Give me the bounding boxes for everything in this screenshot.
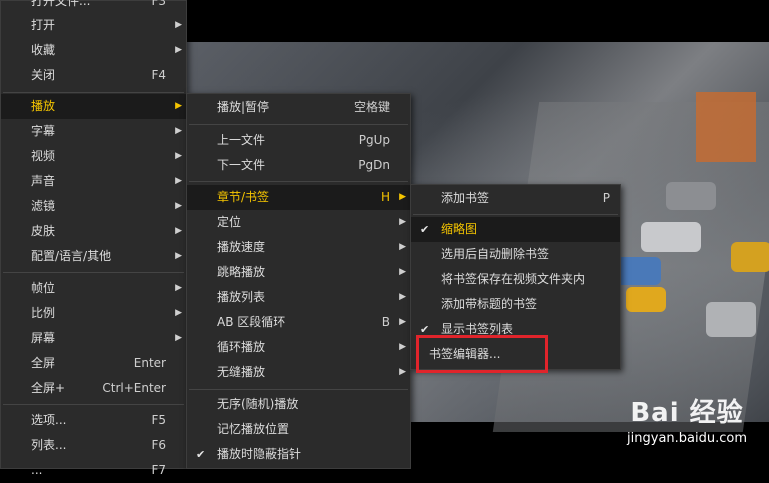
submenu-arrow-icon: ▶ (399, 267, 406, 277)
menu-item-fullscreen-plus[interactable]: 全屏+ Ctrl+Enter (1, 376, 186, 401)
menu-item-seamless-play[interactable]: 无缝播放 ▶ (187, 360, 410, 385)
menu-item-audio[interactable]: 声音 ▶ (1, 169, 186, 194)
menu-item-filters[interactable]: 滤镜 ▶ (1, 194, 186, 219)
menu-separator (413, 214, 618, 215)
menu-item-skip-play[interactable]: 跳略播放 ▶ (187, 260, 410, 285)
menu-separator (3, 404, 184, 405)
submenu-arrow-icon: ▶ (399, 292, 406, 302)
submenu-arrow-icon: ▶ (399, 242, 406, 252)
menu-item-play-pause[interactable]: 播放|暂停 空格键 (187, 95, 410, 120)
submenu-arrow-icon: ▶ (399, 367, 406, 377)
video-car (706, 302, 756, 337)
checkmark-icon: ✔ (420, 223, 430, 236)
video-car (626, 287, 666, 312)
menu-item-fullscreen[interactable]: 全屏 Enter (1, 351, 186, 376)
menu-item-options[interactable]: 选项... F5 (1, 408, 186, 433)
submenu-arrow-icon: ▶ (175, 126, 182, 136)
video-car (641, 222, 701, 252)
video-car (666, 182, 716, 210)
menu-separator (189, 124, 408, 125)
menu-item-add-bookmark[interactable]: 添加书签 P (411, 186, 620, 211)
menu-item-close[interactable]: 关闭 F4 (1, 63, 186, 88)
menu-item-video[interactable]: 视频 ▶ (1, 144, 186, 169)
menu-item-remember-position[interactable]: 记忆播放位置 (187, 417, 410, 442)
menu-item-thumbnails[interactable]: ✔ 缩略图 (411, 217, 620, 242)
submenu-arrow-icon: ▶ (175, 308, 182, 318)
menu-item-save-bookmarks-in-folder[interactable]: 将书签保存在视频文件夹内 (411, 267, 620, 292)
menu-item-chapters-bookmarks[interactable]: 章节/书签 H ▶ (187, 185, 410, 210)
menu-item-add-titled-bookmark[interactable]: 添加带标题的书签 (411, 292, 620, 317)
video-car (731, 242, 769, 272)
menu-item-next-file[interactable]: 下一文件 PgDn (187, 153, 410, 178)
menu-item-config[interactable]: 配置/语言/其他 ▶ (1, 244, 186, 269)
menu-item-ratio[interactable]: 比例 ▶ (1, 301, 186, 326)
submenu-arrow-icon: ▶ (399, 317, 406, 327)
submenu-arrow-icon: ▶ (175, 283, 182, 293)
submenu-arrow-icon: ▶ (399, 192, 406, 202)
menu-item-hide-pointer[interactable]: ✔ 播放时隐蔽指针 (187, 442, 410, 467)
main-context-menu: 打开文件... F3 打开 ▶ 收藏 ▶ 关闭 F4 播放 ▶ 字幕 ▶ 视频 ▶ 声音 ▶ 滤… (0, 0, 187, 477)
menu-separator (3, 92, 184, 93)
menu-separator (189, 389, 408, 390)
menu-item-ab-loop[interactable]: AB 区段循环 B ▶ (187, 310, 410, 335)
menu-item-screen[interactable]: 屏幕 ▶ (1, 326, 186, 351)
menu-item-playlist[interactable]: 列表... F6 (1, 433, 186, 458)
submenu-arrow-icon: ▶ (175, 20, 182, 30)
menu-item-open-file[interactable]: 打开文件... F3 (1, 0, 186, 14)
menu-item-skins[interactable]: 皮肤 ▶ (1, 219, 186, 244)
submenu-arrow-icon: ▶ (175, 176, 182, 186)
menu-item-subtitles[interactable]: 字幕 ▶ (1, 119, 186, 144)
menu-separator (3, 272, 184, 273)
menu-item-seek[interactable]: 定位 ▶ (187, 210, 410, 235)
menu-separator (189, 181, 408, 182)
menu-item-frame[interactable]: 帧位 ▶ (1, 276, 186, 301)
menu-item-auto-delete-bookmark[interactable]: 选用后自动删除书签 (411, 242, 620, 267)
menu-item-playlist-sub[interactable]: 播放列表 ▶ (187, 285, 410, 310)
submenu-arrow-icon: ▶ (175, 45, 182, 55)
submenu-arrow-icon: ▶ (175, 151, 182, 161)
submenu-arrow-icon: ▶ (175, 251, 182, 261)
submenu-arrow-icon: ▶ (175, 201, 182, 211)
playback-submenu: 播放|暂停 空格键 上一文件 PgUp 下一文件 PgDn 章节/书签 H ▶ 定位 ▶ 播… (186, 93, 411, 469)
menu-item-favorites[interactable]: 收藏 ▶ (1, 38, 186, 63)
menu-item-previous-file[interactable]: 上一文件 PgUp (187, 128, 410, 153)
baidu-jingyan-watermark: Bai 经验 jingyan.baidu.com (627, 392, 747, 446)
video-signboard (696, 92, 756, 162)
menu-item-shuffle[interactable]: 无序(随机)播放 (187, 392, 410, 417)
annotation-highlight-box (416, 335, 548, 373)
submenu-arrow-icon: ▶ (399, 342, 406, 352)
submenu-arrow-icon: ▶ (399, 217, 406, 227)
menu-item-loop-play[interactable]: 循环播放 ▶ (187, 335, 410, 360)
menu-item-more[interactable]: ... F7 (1, 458, 186, 483)
baidu-logo: Bai 经验 (630, 398, 744, 428)
menu-item-open[interactable]: 打开 ▶ (1, 13, 186, 38)
submenu-arrow-icon: ▶ (175, 333, 182, 343)
submenu-arrow-icon: ▶ (175, 101, 182, 111)
submenu-arrow-icon: ▶ (175, 226, 182, 236)
menu-item-playback[interactable]: 播放 ▶ (1, 94, 186, 119)
watermark-url: jingyan.baidu.com (627, 431, 747, 446)
menu-item-playback-speed[interactable]: 播放速度 ▶ (187, 235, 410, 260)
checkmark-icon: ✔ (196, 448, 206, 461)
